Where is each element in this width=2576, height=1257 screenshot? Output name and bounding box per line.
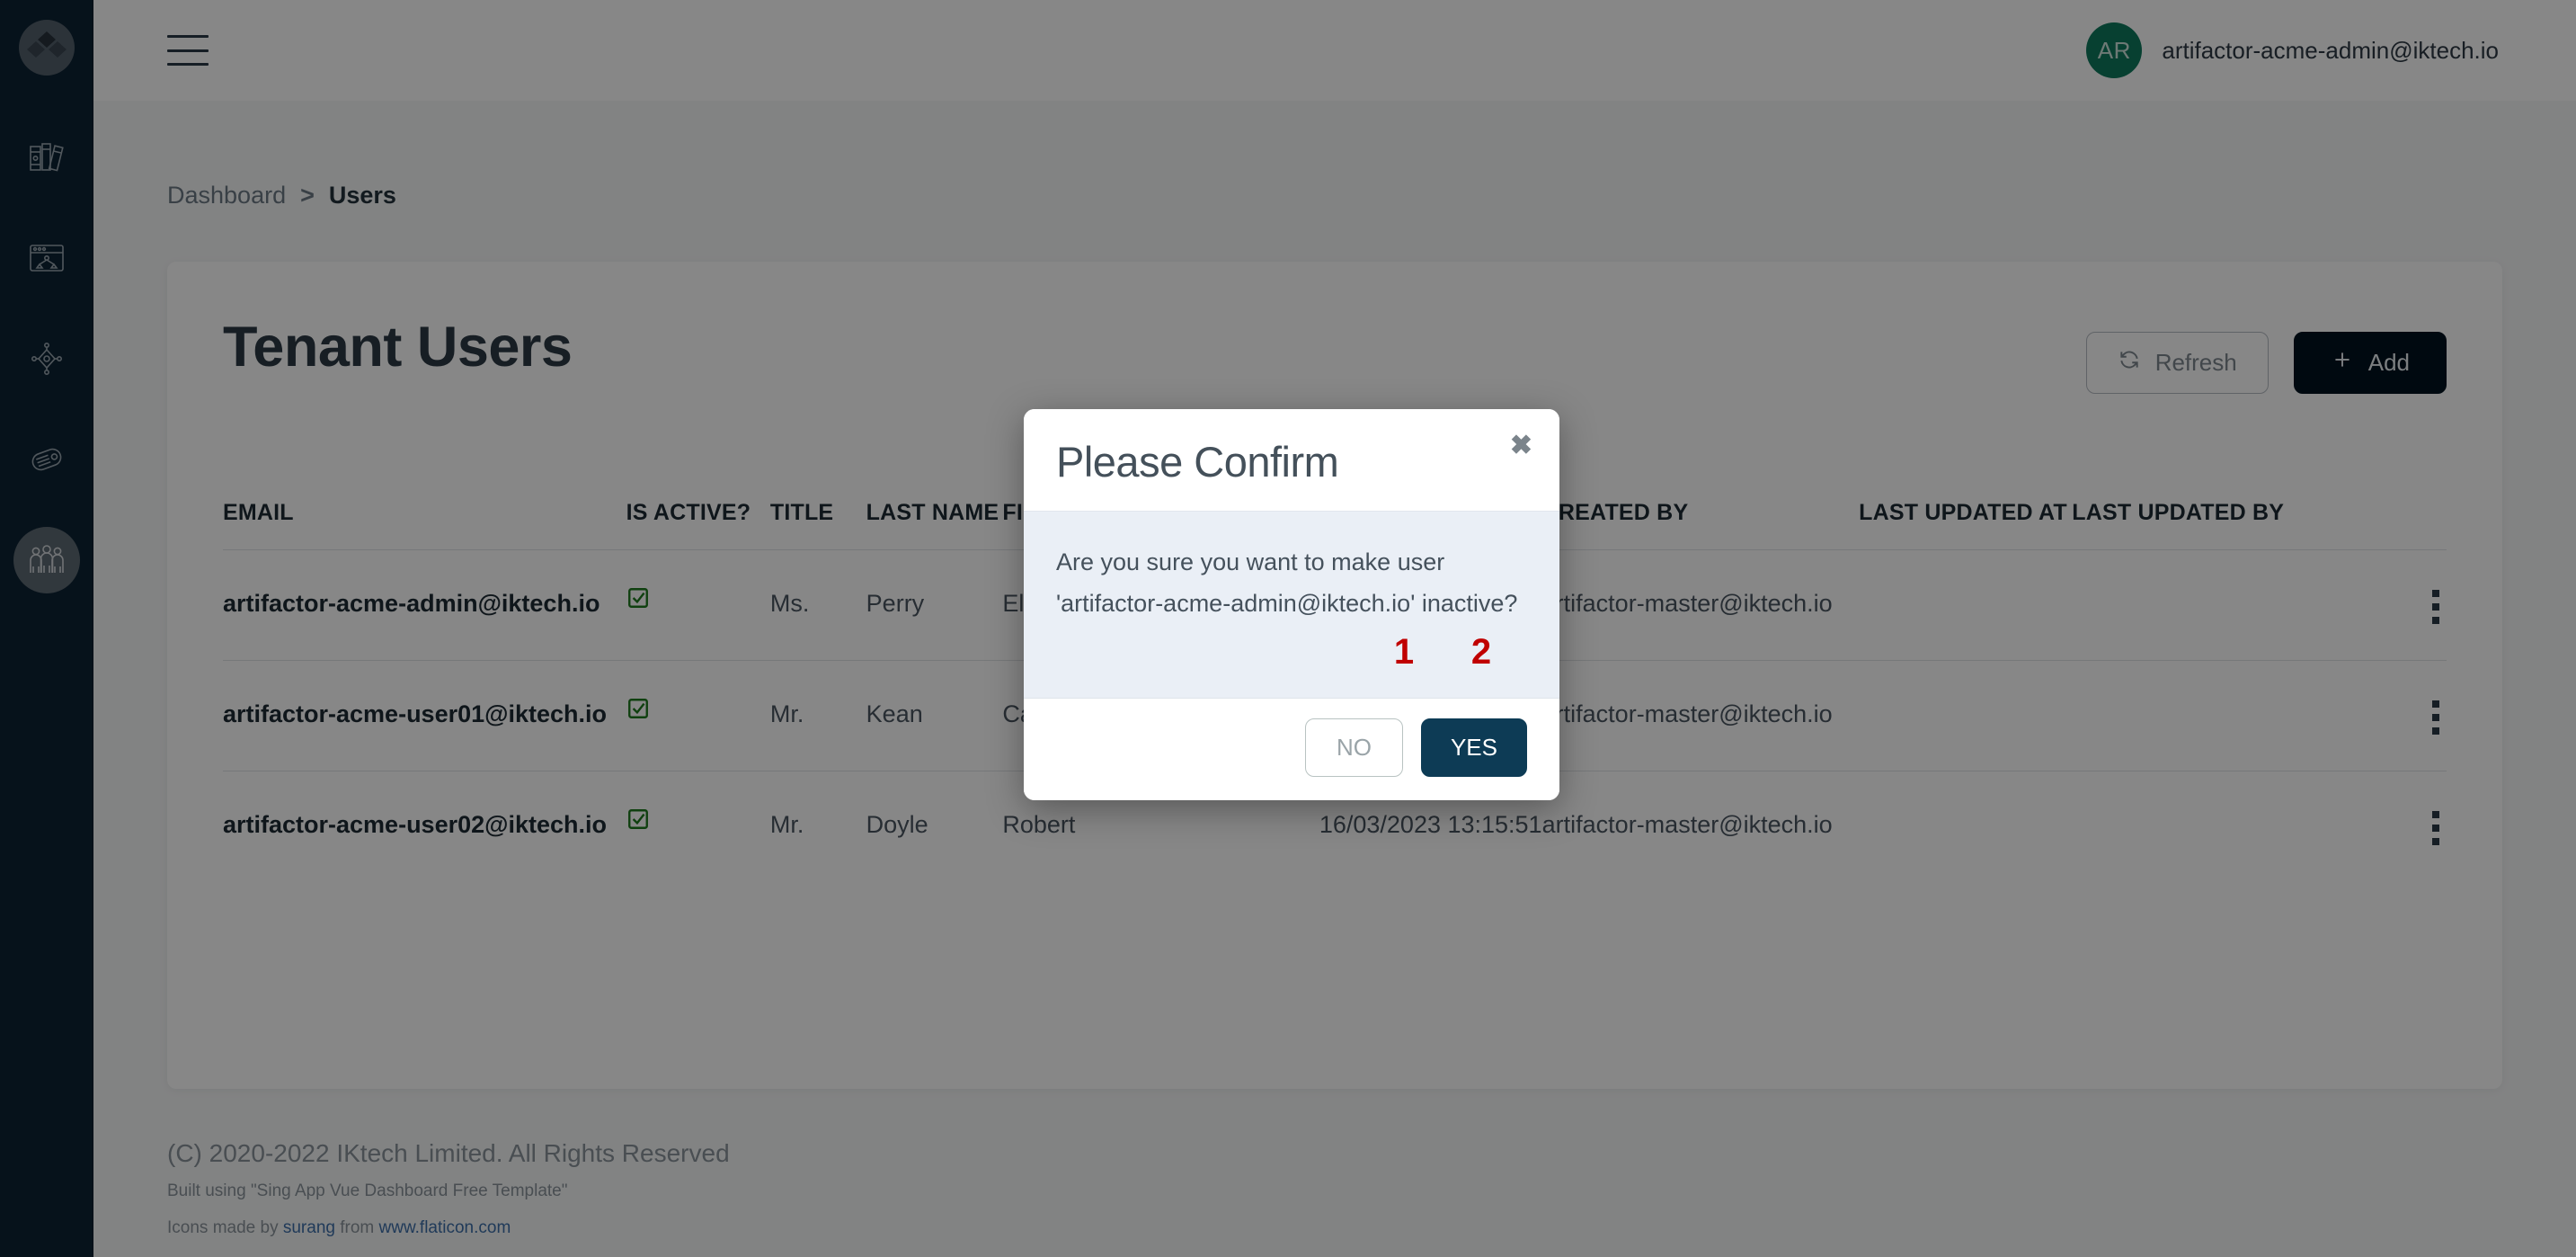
confirm-modal: Please Confirm ✖ Are you sure you want t… [1024, 409, 1559, 801]
modal-title: Please Confirm [1056, 438, 1339, 486]
marker-2: 2 [1470, 632, 1492, 673]
modal-header: Please Confirm ✖ [1024, 409, 1559, 512]
close-icon[interactable]: ✖ [1510, 432, 1532, 459]
modal-footer: NO YES [1024, 699, 1559, 801]
modal-message: Are you sure you want to make user 'arti… [1056, 548, 1518, 618]
marker-1: 1 [1393, 632, 1415, 673]
annotation-markers: 1 2 [1056, 625, 1523, 680]
no-button[interactable]: NO [1304, 718, 1403, 778]
yes-button[interactable]: YES [1420, 718, 1527, 778]
modal-body: Are you sure you want to make user 'arti… [1024, 511, 1559, 700]
